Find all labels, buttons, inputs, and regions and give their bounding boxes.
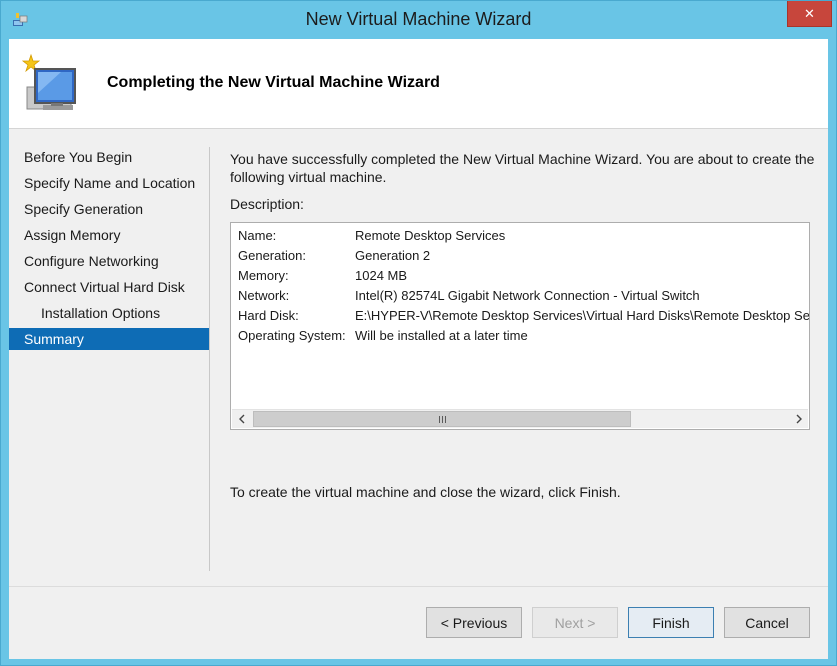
nav-item-virtual-hard-disk[interactable]: Connect Virtual Hard Disk [9, 274, 209, 300]
description-row-name: Name: Remote Desktop Services [238, 226, 808, 246]
scroll-thumb[interactable] [253, 411, 631, 427]
description-value: E:\HYPER-V\Remote Desktop Services\Virtu… [355, 308, 810, 323]
new-vm-monitor-icon [21, 49, 83, 115]
title-bar[interactable]: New Virtual Machine Wizard ✕ [1, 1, 836, 39]
finish-instruction: To create the virtual machine and close … [230, 484, 621, 500]
description-row-hard-disk: Hard Disk: E:\HYPER-V\Remote Desktop Serv… [238, 306, 810, 326]
nav-item-memory[interactable]: Assign Memory [9, 222, 209, 248]
nav-item-summary[interactable]: Summary [9, 328, 209, 350]
description-label: Description: [230, 196, 304, 212]
horizontal-scrollbar[interactable] [232, 409, 808, 428]
nav-item-before-you-begin[interactable]: Before You Begin [9, 144, 209, 170]
description-key: Memory: [238, 268, 289, 283]
footer-divider [9, 586, 828, 587]
nav-item-generation[interactable]: Specify Generation [9, 196, 209, 222]
nav-divider [209, 147, 210, 571]
close-button[interactable]: ✕ [787, 1, 832, 27]
description-key: Operating System: [238, 328, 346, 343]
description-row-operating-system: Operating System: Will be installed at a … [238, 326, 808, 346]
finish-button[interactable]: Finish [628, 607, 714, 638]
wizard-window: New Virtual Machine Wizard ✕ Completing … [0, 0, 837, 666]
previous-button[interactable]: < Previous [426, 607, 522, 638]
description-row-network: Network: Intel(R) 82574L Gigabit Network … [238, 286, 808, 306]
wizard-header: Completing the New Virtual Machine Wizar… [9, 39, 828, 129]
wizard-steps-nav: Before You Begin Specify Name and Locati… [9, 144, 209, 350]
page-title: Completing the New Virtual Machine Wizar… [107, 74, 440, 91]
description-value: Generation 2 [355, 248, 431, 263]
description-box[interactable]: Name: Remote Desktop Services Generation:… [230, 222, 810, 430]
description-value: Will be installed at a later time [355, 328, 528, 343]
nav-item-installation-options[interactable]: Installation Options [9, 300, 209, 326]
description-key: Hard Disk: [238, 308, 299, 323]
nav-item-networking[interactable]: Configure Networking [9, 248, 209, 274]
description-key: Generation: [238, 248, 306, 263]
intro-text: You have successfully completed the New … [230, 151, 815, 185]
wizard-client-area: Completing the New Virtual Machine Wizar… [9, 39, 828, 659]
summary-content: You have successfully completed the New … [230, 150, 820, 500]
description-row-memory: Memory: 1024 MB [238, 266, 808, 286]
chevron-left-icon [238, 414, 244, 424]
scroll-right-button[interactable] [789, 410, 808, 428]
grip-icon [438, 415, 446, 423]
cancel-button[interactable]: Cancel [724, 607, 810, 638]
chevron-right-icon [796, 414, 802, 424]
description-list: Name: Remote Desktop Services Generation:… [238, 226, 810, 346]
description-key: Name: [238, 228, 277, 243]
description-value: 1024 MB [355, 268, 408, 283]
next-button[interactable]: Next > [532, 607, 618, 638]
description-row-generation: Generation: Generation 2 [238, 246, 808, 266]
scroll-left-button[interactable] [232, 410, 251, 428]
description-value: Intel(R) 82574L Gigabit Network Connecti… [355, 288, 700, 303]
nav-item-name-location[interactable]: Specify Name and Location [9, 170, 209, 196]
description-value: Remote Desktop Services [355, 228, 506, 243]
window-title: New Virtual Machine Wizard [305, 9, 532, 29]
description-key: Network: [238, 288, 290, 303]
close-icon: ✕ [804, 5, 815, 21]
